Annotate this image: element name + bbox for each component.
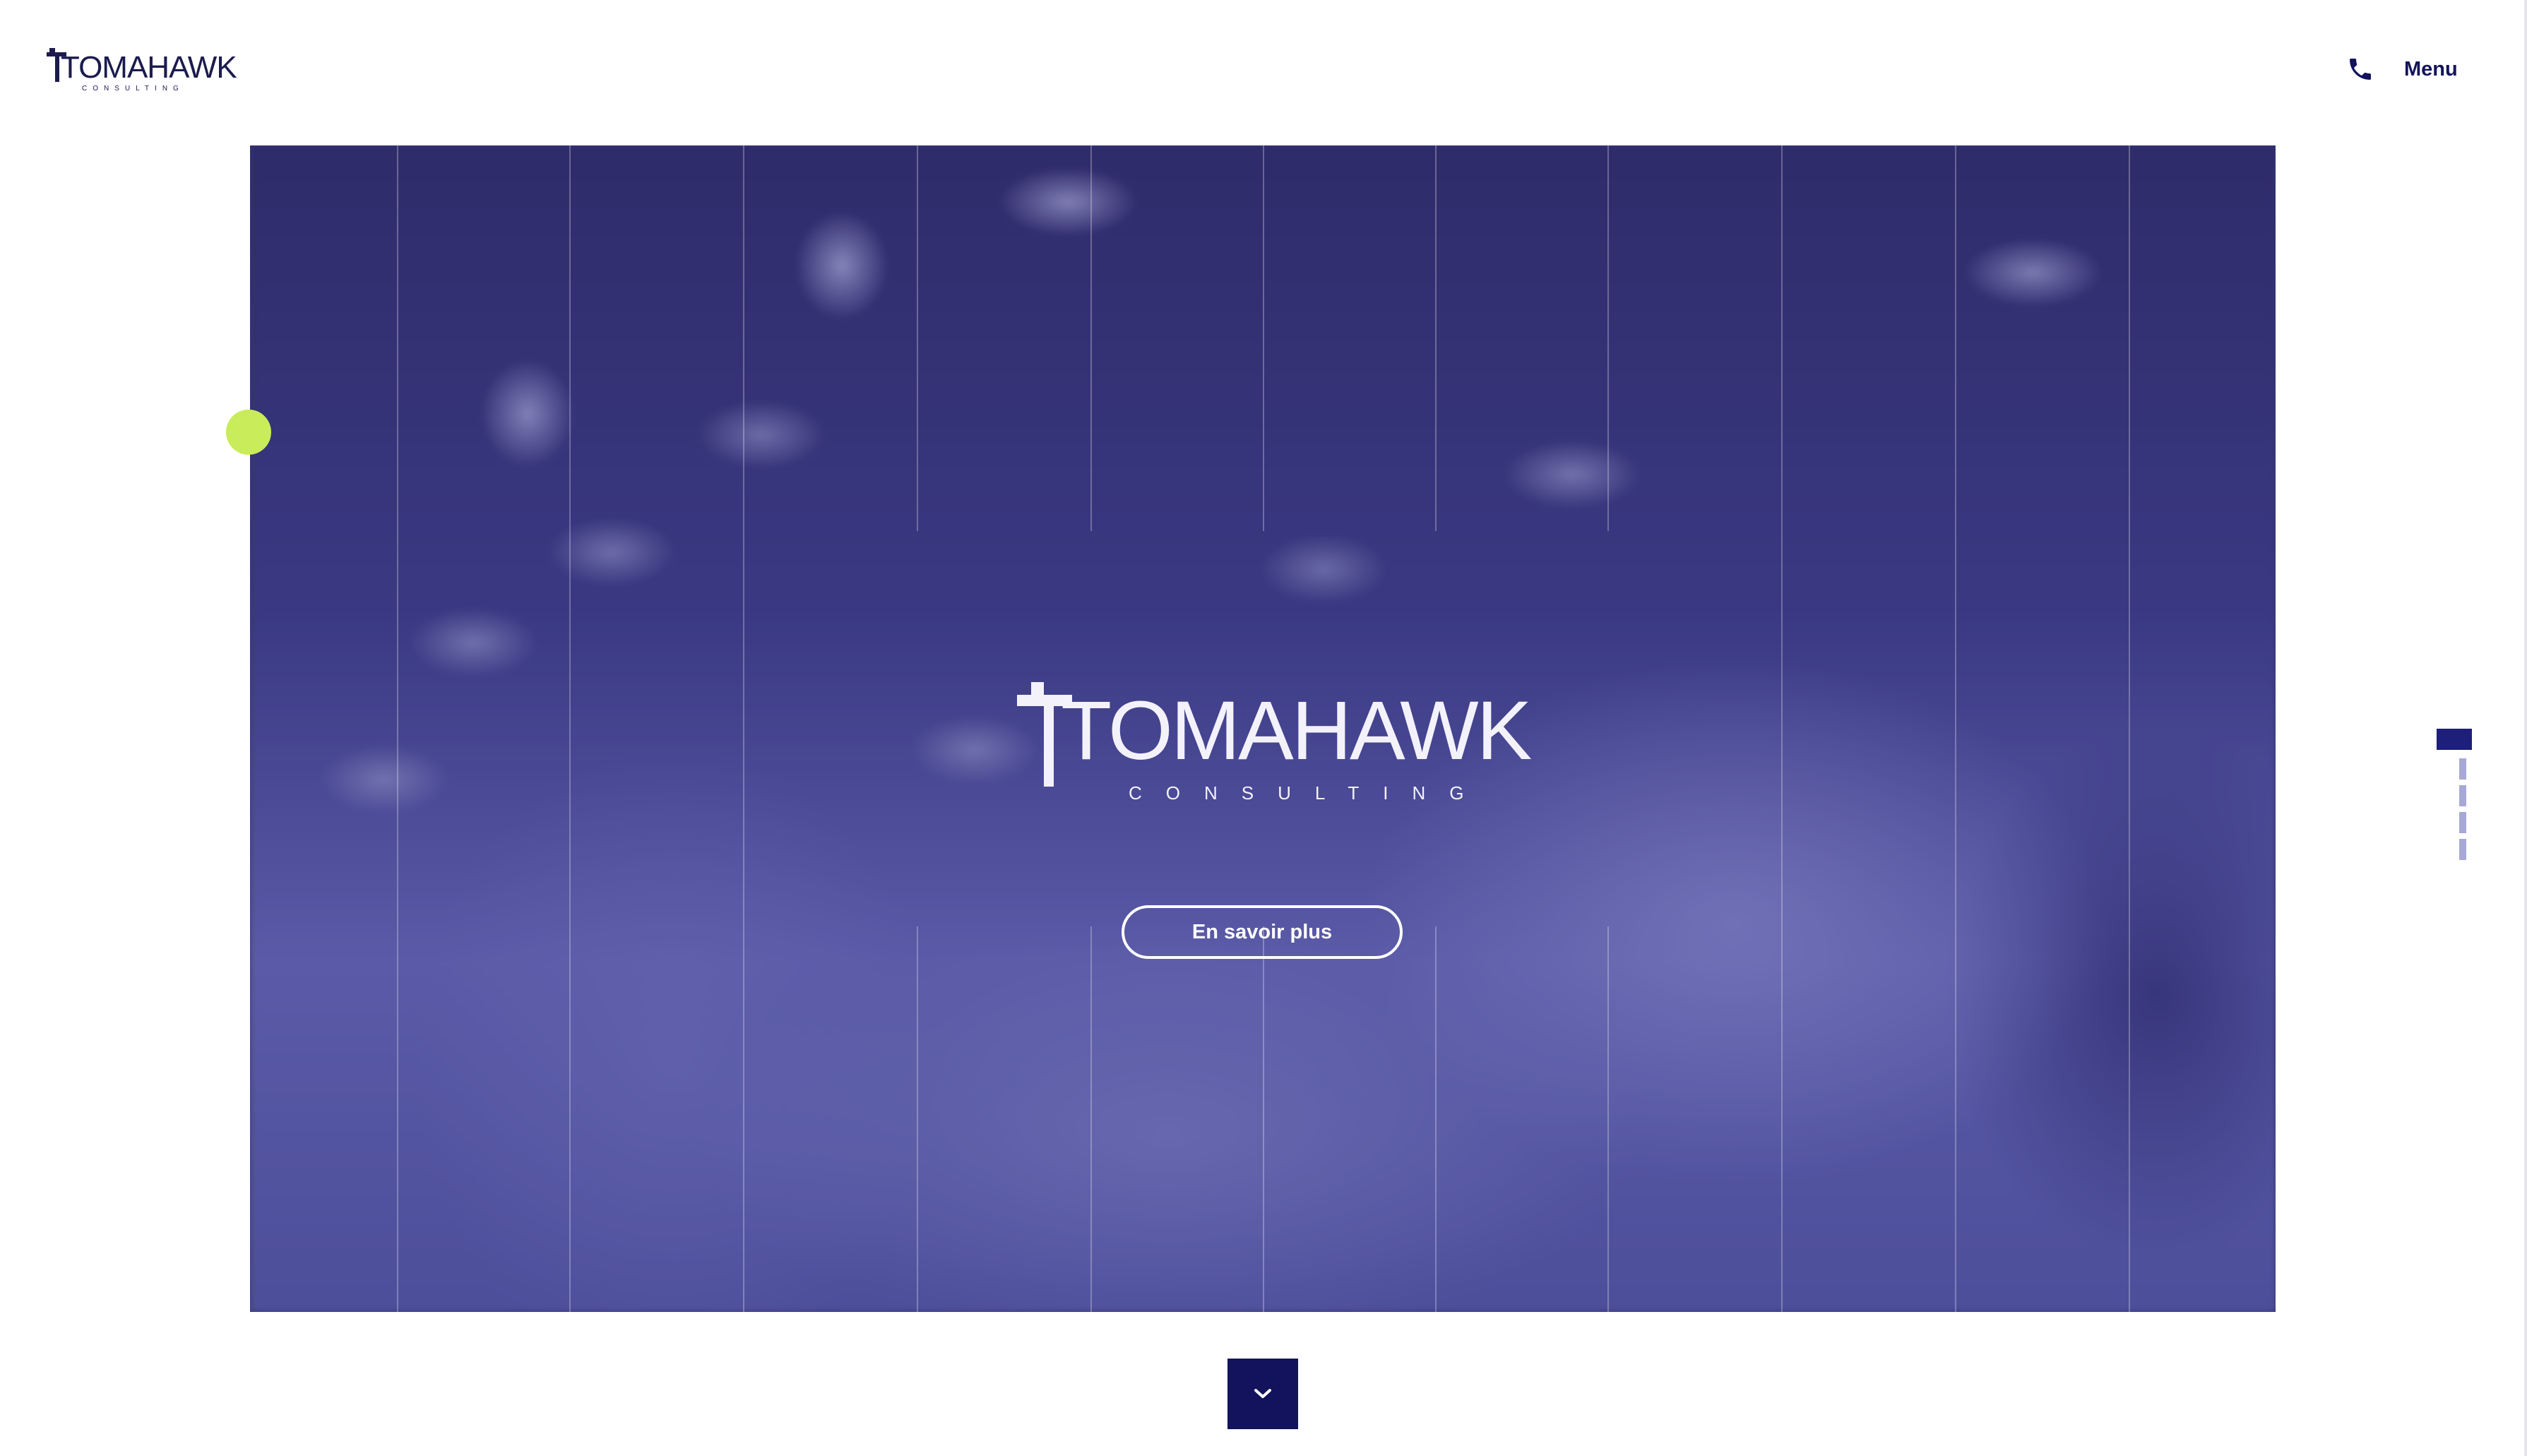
cursor-dot [226,410,271,455]
grid-line [1090,926,1092,1312]
grid-line [2129,145,2130,1312]
grid-line [917,926,918,1312]
slide-indicator[interactable] [2459,839,2466,860]
phone-icon [2350,59,2371,80]
grid-line [1607,926,1609,1312]
grid-line [1435,145,1437,531]
grid-line [917,145,918,531]
hero-logo: TOMAHAWK CONSULTING [1017,661,1532,804]
grid-line [1607,145,1609,531]
grid-line [1263,145,1264,531]
chevron-down-icon [1254,1389,1271,1398]
grid-line [1781,145,1783,1312]
grid-line [743,145,744,1312]
grid-line [1090,145,1092,531]
grid-line [569,145,571,1312]
grid-line [1263,926,1264,1312]
hero-logo-subtext: CONSULTING [1129,782,1488,804]
logo-wordmark: TOMAHAWK [61,50,237,85]
grid-line [1435,926,1437,1312]
grid-line [397,145,398,1312]
hero-logo-wordmark: TOMAHAWK [1061,684,1532,777]
logo-subtext: CONSULTING [82,85,184,93]
scroll-down-button[interactable] [1227,1359,1298,1429]
learn-more-button[interactable]: En savoir plus [1122,905,1403,959]
site-logo[interactable]: TOMAHAWK CONSULTING [45,44,237,100]
slide-indicator[interactable] [2459,812,2466,833]
menu-button[interactable]: Menu [2404,55,2458,83]
slide-indicator[interactable] [2459,758,2466,780]
slide-indicator-active[interactable] [2437,729,2472,750]
page-scrollbar[interactable] [2524,0,2527,1456]
slide-indicator[interactable] [2459,785,2466,806]
page: TOMAHAWK CONSULTING Menu TOMAHAWK CONSUL… [0,0,2527,1456]
phone-button[interactable] [2343,52,2377,86]
grid-line [1955,145,1956,1312]
hero-banner: TOMAHAWK CONSULTING En savoir plus [250,145,2276,1312]
